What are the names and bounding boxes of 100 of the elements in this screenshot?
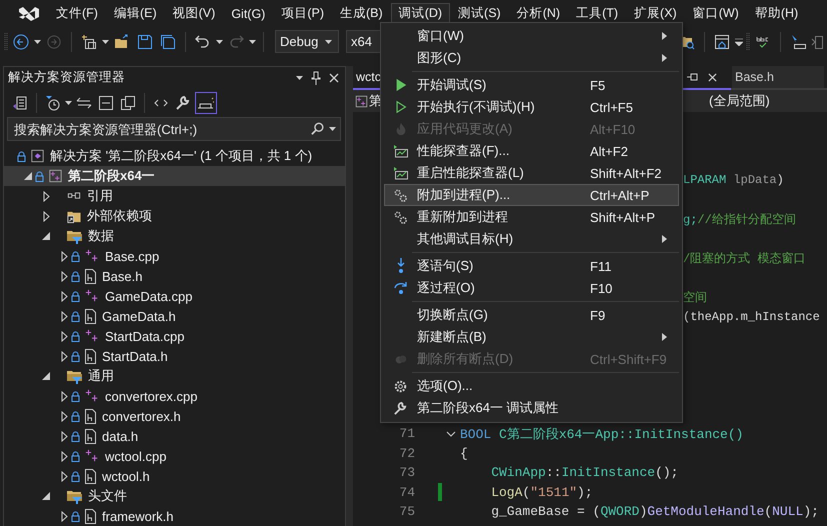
code-line: CWinApp::InitInstance();: [490, 465, 678, 480]
tree-item-label[interactable]: 引用: [87, 187, 113, 206]
wrench-icon: [175, 95, 191, 111]
close-icon: [708, 72, 717, 82]
line-number: 72: [398, 446, 415, 461]
tree-item-label[interactable]: GameData.cpp: [105, 288, 192, 304]
fold-chevron-icon[interactable]: [446, 430, 456, 437]
code-fragment: /阻塞的方式 模态窗口: [683, 250, 806, 267]
menu-entry[interactable]: 重新附加到进程 Shift+Alt+P: [384, 206, 679, 228]
menu-item[interactable]: Git(G): [223, 2, 274, 24]
menu-item[interactable]: 窗口(W): [684, 2, 747, 24]
menu-entry[interactable]: 重启性能探查器(L) Shift+Alt+F2: [384, 162, 679, 184]
lock-icon: [71, 430, 80, 442]
line-number: 73: [398, 465, 415, 480]
editor-tab[interactable]: Base.h: [732, 66, 824, 88]
play-outline-icon: [394, 100, 408, 114]
menu-item[interactable]: 编辑(E): [106, 2, 165, 24]
selected-tree-row[interactable]: 第二阶段x64一: [4, 166, 345, 186]
panel-title: 解决方案资源管理器: [8, 69, 125, 86]
tree-item-label[interactable]: 解决方案 '第二阶段x64一' (1 个项目，共 1 个): [50, 147, 312, 166]
menu-item[interactable]: 视图(V): [164, 2, 224, 24]
tree-item-label[interactable]: 外部依赖项: [87, 207, 152, 226]
menu-entry[interactable]: 第二阶段x64一 调试属性: [384, 397, 679, 419]
scope-dropdown[interactable]: (全局范围): [709, 92, 770, 110]
tree-item-label[interactable]: GameData.h: [102, 308, 176, 324]
tree-item-label[interactable]: 通用: [88, 367, 114, 386]
menu-entry[interactable]: 选项(O)...: [384, 375, 679, 397]
menu-item[interactable]: 测试(S): [450, 2, 509, 24]
collapse-arrow-icon[interactable]: [40, 490, 52, 502]
tree-item-label[interactable]: data.h: [102, 428, 138, 444]
menu-item[interactable]: 文件(F): [48, 2, 106, 24]
tree-item-label[interactable]: Base.cpp: [105, 248, 160, 264]
code-fragment: (theApp.m_hInstance: [683, 310, 820, 324]
tree-item-label[interactable]: 数据: [88, 227, 114, 246]
submenu-arrow-icon: [662, 54, 667, 62]
submenu-arrow-icon: [662, 333, 667, 341]
menu-entry[interactable]: 逐语句(S) F11: [384, 255, 679, 277]
tree-item-label[interactable]: framework.h: [102, 508, 174, 524]
caret-icon: [216, 40, 223, 44]
menu-item[interactable]: 生成(B): [332, 2, 391, 24]
gears-icon: [393, 188, 408, 202]
new-item-icon: [81, 34, 97, 50]
undo-icon: [195, 34, 211, 50]
cpp-file-icon: [84, 329, 100, 344]
cpp-file-icon: [84, 389, 100, 404]
toolbar-grip-icon: [746, 32, 750, 52]
search-field[interactable]: 搜索解决方案资源管理器(Ctrl+;): [7, 117, 341, 142]
caret-icon: [65, 101, 72, 105]
menu-item[interactable]: 调试(D): [390, 2, 450, 24]
close-icon: [329, 72, 339, 83]
collapse-arrow-icon[interactable]: [40, 370, 52, 382]
dropdown-caret-icon: [325, 40, 332, 44]
redo-icon: [228, 34, 244, 50]
configuration-dropdown[interactable]: Debug: [275, 30, 339, 53]
cpp-file-icon: [84, 249, 100, 264]
collapse-all-icon: [98, 95, 114, 111]
code-line: {: [460, 446, 468, 461]
tree-item-label[interactable]: wctool.cpp: [105, 448, 166, 464]
menu-entry[interactable]: 逐过程(O) F10: [384, 277, 679, 299]
tree-item-label[interactable]: convertorex.cpp: [105, 388, 198, 404]
collapse-arrow-icon[interactable]: [22, 170, 34, 182]
menu-entry[interactable]: 开始执行(不调试)(H) Ctrl+F5: [384, 96, 679, 118]
menu-item[interactable]: 帮助(H): [746, 2, 806, 24]
collapse-arrow-icon[interactable]: [40, 230, 52, 242]
tree-item-label[interactable]: convertorex.h: [102, 408, 181, 424]
lock-icon: [71, 470, 80, 482]
lock-icon: [71, 290, 80, 302]
chart-icon: [392, 144, 408, 158]
tree-item-label[interactable]: StartData.h: [102, 348, 168, 364]
menu-item[interactable]: 扩展(X): [626, 2, 685, 24]
header-file-icon: [84, 408, 97, 424]
tree-item-label[interactable]: Base.h: [102, 268, 142, 284]
lock-icon: [71, 390, 80, 402]
caret-icon: [102, 40, 109, 44]
filter-folder-icon: [66, 368, 83, 384]
menu-entry[interactable]: 其他调试目标(H): [384, 228, 679, 250]
menu-entry[interactable]: 附加到进程(P)... Ctrl+Alt+P: [384, 184, 679, 206]
header-file-icon: [84, 348, 97, 364]
tree-item-label[interactable]: wctool.h: [102, 468, 150, 484]
explorer-toolbar-button[interactable]: [195, 92, 217, 114]
save-icon: [137, 34, 153, 50]
submenu-arrow-icon: [662, 32, 667, 40]
solution-views-icon: [12, 95, 28, 111]
menu-item[interactable]: 分析(N): [508, 2, 568, 24]
history-icon: [45, 95, 61, 111]
menu-entry[interactable]: 开始调试(S) F5: [384, 74, 679, 96]
gears-icon: [393, 210, 408, 224]
code-line: g_GameBase = (QWORD)GetModuleHandle(NULL);: [490, 504, 819, 520]
menu-item[interactable]: 项目(P): [273, 2, 332, 24]
menu-item[interactable]: 工具(T): [568, 2, 626, 24]
tree-item-label[interactable]: 第二阶段x64一: [68, 167, 155, 186]
step-into-icon: [394, 258, 406, 274]
header-file-icon: [84, 508, 97, 524]
menu-entry[interactable]: 性能探查器(F)... Alt+F2: [384, 140, 679, 162]
menu-entry[interactable]: 切换断点(G) F9: [384, 304, 679, 326]
menu-entry[interactable]: 新建断点(B): [384, 326, 679, 348]
tree-item-label[interactable]: StartData.cpp: [105, 328, 184, 344]
tree-item-label[interactable]: 头文件: [88, 487, 127, 506]
chart-icon: [392, 166, 408, 180]
line-number: 71: [398, 426, 415, 442]
